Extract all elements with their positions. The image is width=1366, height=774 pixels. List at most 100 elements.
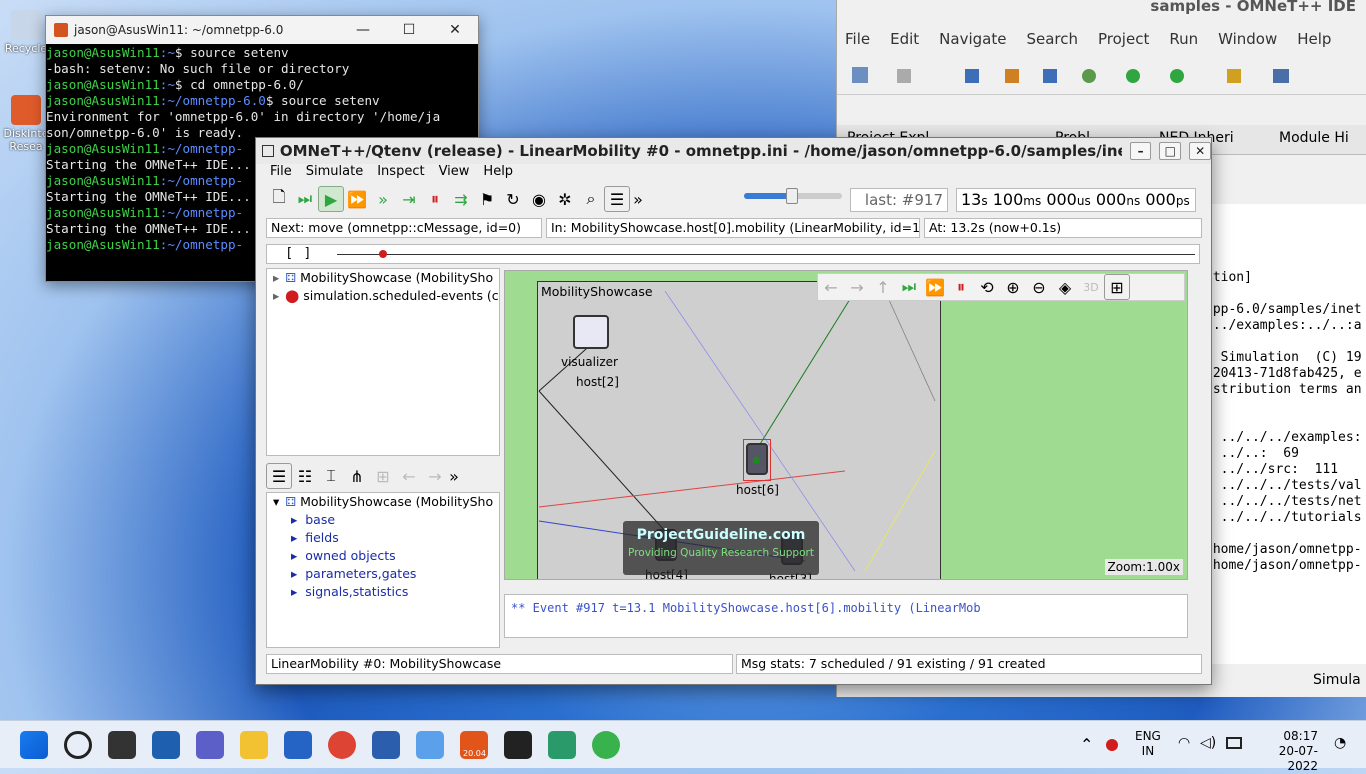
ide-menu-search[interactable]: Search (1026, 30, 1078, 50)
editor-icon[interactable] (548, 730, 576, 759)
stop-icon[interactable]: ⏸ (948, 274, 974, 300)
start-icon[interactable] (20, 730, 48, 759)
tree-item-owned-objects[interactable]: ▸ owned objects (267, 547, 499, 565)
ubuntu-app-icon[interactable]: 20.04 (460, 730, 488, 759)
visualizer-icon[interactable] (573, 315, 609, 349)
step-icon[interactable]: ⏭ (292, 186, 318, 212)
minimize-icon[interactable]: – (1129, 142, 1152, 160)
ide-menu-file[interactable]: File (845, 30, 870, 50)
rebuild-icon[interactable]: ↻ (500, 186, 526, 212)
zoom-label: Zoom:1.00x (1104, 559, 1183, 575)
tree-item-network[interactable]: ▸ ⚃ MobilityShowcase (MobilitySho (267, 269, 499, 287)
fast-run-icon[interactable]: ⏩ (344, 186, 370, 212)
language-indicator[interactable]: ENG IN (1135, 729, 1161, 759)
tray-chevron-icon[interactable]: ⌃ (1080, 735, 1093, 754)
3d-icon[interactable]: 3D (1078, 274, 1104, 300)
menu-inspect[interactable]: Inspect (377, 164, 424, 184)
debug-next-icon[interactable]: ⇉ (448, 186, 474, 212)
search-icon[interactable] (64, 730, 92, 759)
back-arrow-icon[interactable]: ← (396, 463, 422, 489)
express-run-icon[interactable]: » (370, 186, 396, 212)
up-arrow-icon[interactable]: ↑ (870, 274, 896, 300)
step-icon[interactable]: ⏭ (896, 274, 922, 300)
ide-menu-window[interactable]: Window (1218, 30, 1277, 50)
forward-arrow-icon[interactable]: → (422, 463, 448, 489)
tree-item-signals-statistics[interactable]: ▸ signals,statistics (267, 583, 499, 601)
timeline[interactable]: [ ] (266, 244, 1200, 264)
widgets-icon[interactable] (152, 730, 180, 759)
debug-bug-icon[interactable]: ✲ (552, 186, 578, 212)
menu-simulate[interactable]: Simulate (306, 164, 363, 184)
tree-item-fields[interactable]: ▸ fields (267, 529, 499, 547)
object-inspector[interactable]: ▾ ⚃ MobilityShowcase (MobilitySho ▸ base … (266, 492, 500, 648)
chrome-icon[interactable] (328, 730, 356, 759)
tree-item-parameters-gates[interactable]: ▸ parameters,gates (267, 565, 499, 583)
overflow-chevron-icon[interactable]: » (448, 463, 460, 489)
ide-menu-edit[interactable]: Edit (890, 30, 919, 50)
maximize-icon[interactable]: ☐ (386, 22, 432, 38)
forward-arrow-icon[interactable]: → (844, 274, 870, 300)
diskinternals-icon[interactable]: DiskInte Resea (2, 95, 50, 153)
zoom-in-icon[interactable]: ⊕ (1000, 274, 1026, 300)
ide-menu-run[interactable]: Run (1169, 30, 1198, 50)
notifications-icon[interactable]: ◔ (1334, 735, 1346, 751)
find-icon[interactable]: ⌕ (578, 186, 604, 212)
linux-penguin-icon[interactable] (504, 730, 532, 759)
menu-view[interactable]: View (439, 164, 470, 184)
overflow-chevron-icon[interactable]: » (630, 186, 646, 212)
event-log[interactable]: ** Event #917 t=13.1 MobilityShowcase.ho… (504, 594, 1188, 638)
ide-menu-project[interactable]: Project (1098, 30, 1149, 50)
zoom-out-icon[interactable]: ⊖ (1026, 274, 1052, 300)
list-mode-icon[interactable]: ☷ (292, 463, 318, 489)
store-icon[interactable] (284, 730, 312, 759)
close-icon[interactable]: ✕ (1189, 142, 1211, 160)
inheritance-mode-icon[interactable]: ⋔ (344, 463, 370, 489)
teams-icon[interactable] (196, 730, 224, 759)
fast-run-icon[interactable]: ⏩ (922, 274, 948, 300)
preferences-icon[interactable]: ☰ (604, 186, 630, 212)
layers-icon[interactable]: ◈ (1052, 274, 1078, 300)
run-until-icon[interactable]: ⇥ (396, 186, 422, 212)
object-tree-top[interactable]: ▸ ⚃ MobilityShowcase (MobilitySho ▸ ⬤ simu… (266, 268, 500, 456)
speed-slider[interactable] (744, 188, 842, 204)
terminal-line: jason@AsusWin11:~$ cd omnetpp-6.0/ (46, 77, 304, 92)
file-explorer-icon[interactable] (240, 730, 268, 759)
edge-icon[interactable] (592, 730, 620, 759)
tray-record-icon[interactable] (1106, 739, 1118, 751)
wifi-icon[interactable]: ◠ (1178, 735, 1190, 751)
run-icon[interactable]: ▶ (318, 186, 344, 212)
menu-help[interactable]: Help (483, 164, 513, 184)
maximize-icon[interactable]: □ (1159, 142, 1182, 160)
close-icon[interactable]: ✕ (432, 22, 478, 38)
children-mode-icon[interactable]: ☰ (266, 463, 292, 489)
back-arrow-icon[interactable]: ← (818, 274, 844, 300)
powershell-icon[interactable] (372, 730, 400, 759)
ide-menu-navigate[interactable]: Navigate (939, 30, 1006, 50)
tab-module-hierarchy[interactable]: Module Hi (1279, 130, 1349, 146)
recycle-bin-icon[interactable]: Recycle (2, 10, 50, 55)
relayout-icon[interactable]: ⟲ (974, 274, 1000, 300)
ide-bottom-tab[interactable]: Simula (1313, 672, 1361, 688)
timeline-axis (337, 254, 1195, 255)
tree-item-scheduled-events[interactable]: ▸ ⬤ simulation.scheduled-events (c (267, 287, 499, 305)
stop-icon[interactable]: ⏸ (422, 186, 448, 212)
minimize-icon[interactable]: — (340, 22, 386, 38)
menu-file[interactable]: File (270, 164, 292, 184)
tree-item-root[interactable]: ▾ ⚃ MobilityShowcase (MobilitySho (267, 493, 499, 511)
network-canvas[interactable]: MobilityShowcase visualizer host[2] host… (504, 270, 1188, 580)
notepad-icon[interactable] (416, 730, 444, 759)
layout-icon[interactable]: ⊞ (370, 463, 396, 489)
flat-mode-icon[interactable]: ⌶ (318, 463, 344, 489)
clock[interactable]: 08:17 20-07-2022 (1270, 729, 1318, 774)
record-icon[interactable]: ◉ (526, 186, 552, 212)
finish-flag-icon[interactable]: ⚑ (474, 186, 500, 212)
speed-slider-handle[interactable] (786, 188, 798, 204)
battery-icon[interactable] (1226, 737, 1242, 749)
canvas-mode-icon[interactable]: ⊞ (1104, 274, 1130, 300)
new-run-icon[interactable]: 🗋 (266, 186, 292, 212)
volume-icon[interactable]: ◁) (1200, 735, 1216, 751)
terminal-task-icon[interactable] (108, 730, 136, 759)
qtenv-app-icon (262, 145, 274, 157)
tree-item-base[interactable]: ▸ base (267, 511, 499, 529)
ide-menu-help[interactable]: Help (1297, 30, 1331, 50)
